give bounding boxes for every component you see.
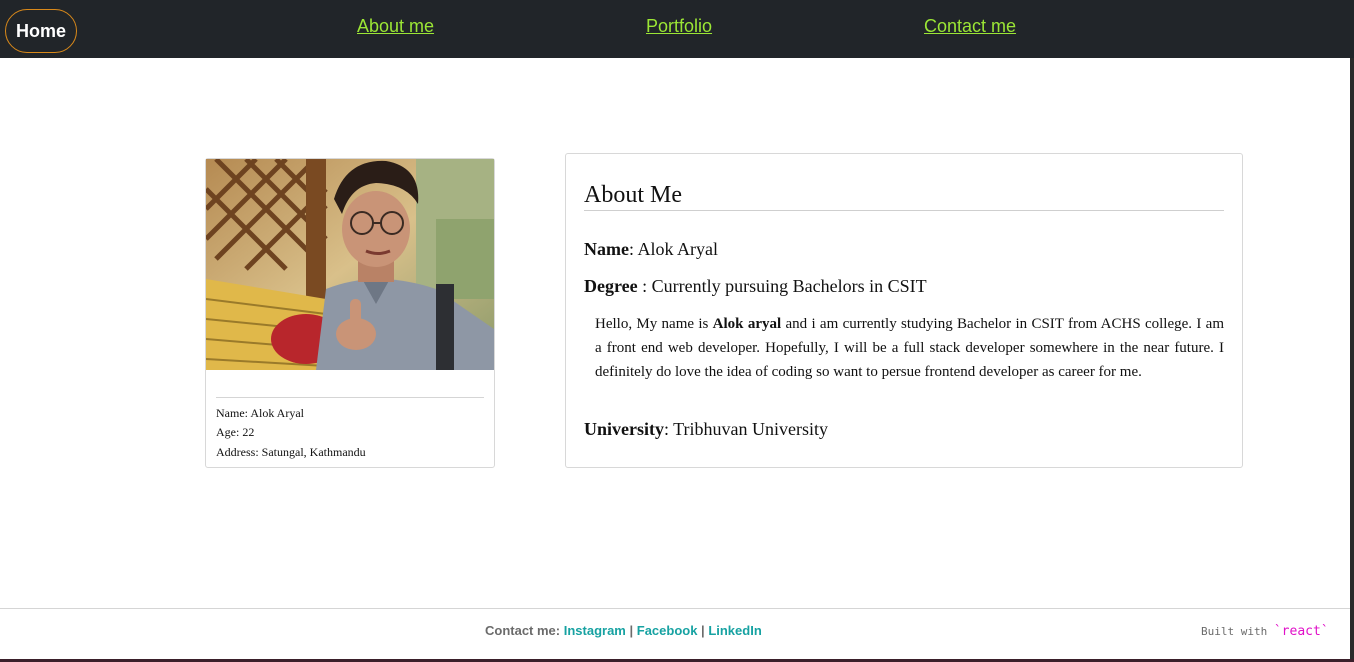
about-name-label: Name — [584, 239, 629, 259]
built-with-label: Built with — [1201, 625, 1274, 638]
about-card: About Me Name: Alok Aryal Degree : Curre… — [565, 153, 1243, 468]
bio-prefix: Hello, My name is — [595, 316, 713, 332]
profile-photo — [206, 159, 494, 370]
about-bio: Hello, My name is Alok aryal and i am cu… — [595, 312, 1224, 384]
about-university-field: University: Tribhuvan University — [584, 419, 828, 440]
footer: Contact me: Instagram | Facebook | Linke… — [0, 608, 1350, 659]
profile-card: Name: Alok Aryal Age: 22 Address: Satung… — [205, 158, 495, 468]
about-university-value: : Tribhuvan University — [664, 419, 829, 439]
page-edge — [1350, 58, 1354, 662]
profile-age: Age: 22 — [216, 425, 255, 439]
home-button[interactable]: Home — [5, 9, 77, 53]
about-title: About Me — [584, 182, 682, 208]
footer-separator: | — [625, 623, 637, 638]
footer-separator: | — [697, 623, 709, 638]
footer-contact: Contact me: Instagram | Facebook | Linke… — [485, 623, 762, 638]
profile-name: Name: Alok Aryal — [216, 406, 304, 420]
about-name-value: : Alok Aryal — [628, 239, 718, 259]
navbar: Home About me Portfolio Contact me — [0, 0, 1354, 58]
about-name-field: Name: Alok Aryal — [584, 239, 718, 260]
profile-card-divider — [216, 397, 484, 398]
instagram-link[interactable]: Instagram — [564, 623, 626, 638]
nav-link-about[interactable]: About me — [357, 16, 434, 37]
built-with: Built with `react` — [1201, 624, 1329, 639]
profile-photo-image — [206, 159, 494, 370]
nav-link-portfolio[interactable]: Portfolio — [646, 16, 712, 37]
footer-contact-prefix: Contact me: — [485, 623, 564, 638]
facebook-link[interactable]: Facebook — [637, 623, 698, 638]
about-degree-value: : Currently pursuing Bachelors in CSIT — [637, 276, 927, 296]
nav-link-contact[interactable]: Contact me — [924, 16, 1016, 37]
linkedin-link[interactable]: LinkedIn — [708, 623, 761, 638]
about-title-rule — [584, 210, 1224, 211]
react-label: `react` — [1273, 624, 1329, 639]
about-university-label: University — [584, 419, 664, 439]
bio-name: Alok aryal — [712, 316, 782, 332]
about-degree-label: Degree — [584, 276, 638, 296]
profile-address: Address: Satungal, Kathmandu — [216, 445, 366, 459]
about-degree-field: Degree : Currently pursuing Bachelors in… — [584, 276, 927, 297]
